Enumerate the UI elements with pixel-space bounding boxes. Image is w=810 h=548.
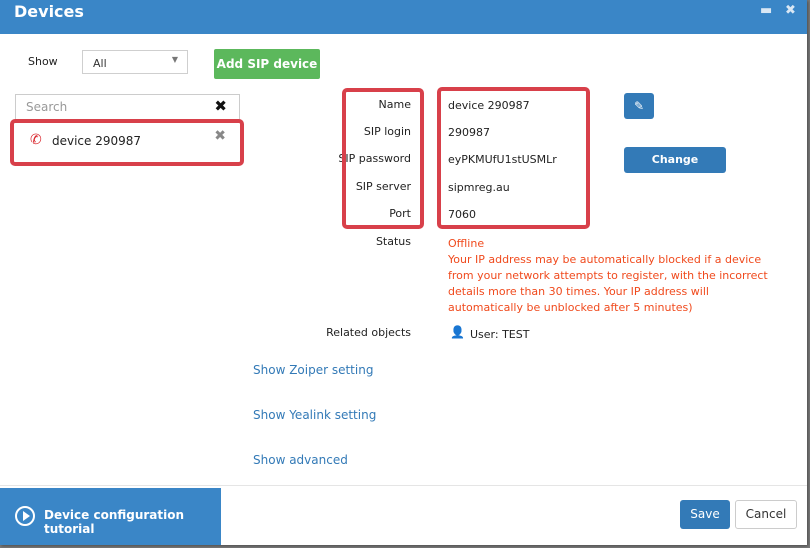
search-box: Search ✖ [15,94,240,120]
save-button[interactable]: Save [680,500,730,529]
footer-divider [0,485,807,486]
chevron-down-icon: ▼ [171,55,178,64]
show-filter-select[interactable]: All ▼ [82,50,188,74]
show-zoiper-link[interactable]: Show Zoiper setting [253,363,373,377]
status-value: Offline [448,237,485,250]
edit-button[interactable]: ✎ [624,93,654,119]
show-yealink-link[interactable]: Show Yealink setting [253,408,376,422]
search-input[interactable]: Search [26,100,67,114]
edit-icon: ✎ [633,99,645,113]
show-advanced-link[interactable]: Show advanced [253,453,348,467]
title-bar: Devices ▬ ✖ [0,0,807,34]
dialog-title: Devices [14,2,84,21]
label-related-objects: Related objects [326,326,411,339]
play-icon [15,506,35,526]
user-icon: 👤 [450,325,465,339]
change-password-button[interactable]: Change password [624,147,726,192]
minimize-icon[interactable]: ▬ [760,3,772,18]
label-status: Status [375,235,411,248]
add-sip-device-button[interactable]: Add SIP device [214,49,320,79]
show-label: Show [28,55,58,68]
related-user[interactable]: User: TEST [470,328,529,341]
tutorial-button[interactable]: Device configuration tutorial [0,488,221,545]
status-message: Your IP address may be automatically blo… [448,253,768,314]
highlight-values [437,87,590,229]
cancel-button[interactable]: Cancel [735,500,797,529]
close-icon[interactable]: ✖ [785,3,796,18]
tutorial-label: Device configuration tutorial [44,508,185,536]
status-block: Offline Your IP address may be automatic… [448,236,778,316]
show-filter-value: All [93,57,107,70]
clear-search-icon[interactable]: ✖ [214,97,227,115]
devices-dialog: Devices ▬ ✖ Show All ▼ Add SIP device Se… [0,0,807,545]
highlight-labels [342,88,424,229]
highlight-device-item [10,119,244,166]
